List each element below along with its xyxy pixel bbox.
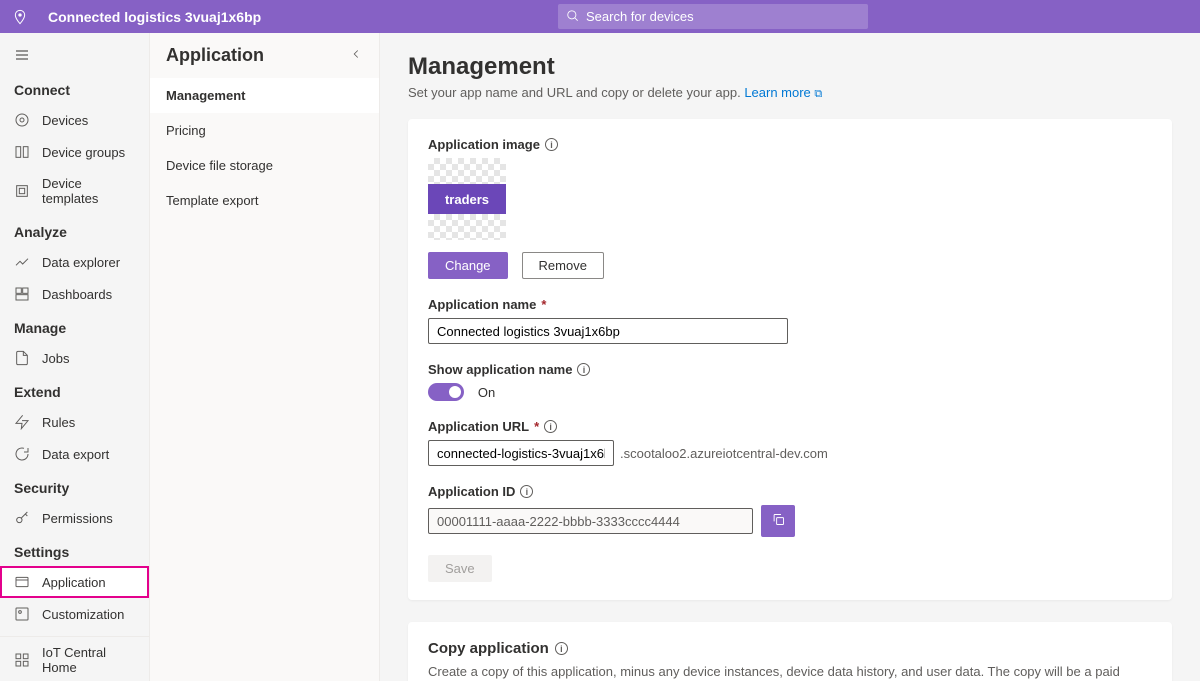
info-icon[interactable]: i [545,138,558,151]
app-name-input[interactable] [428,318,788,344]
save-button: Save [428,555,492,582]
info-icon[interactable]: i [577,363,590,376]
nav-section-connect: Connect [0,72,149,104]
nav-section-security: Security [0,470,149,502]
hamburger-icon[interactable] [0,41,149,72]
location-pin-icon [12,9,28,25]
nav-label: Rules [42,415,75,430]
application-icon [14,574,30,590]
copy-id-button[interactable] [761,505,795,537]
nav-item-rules[interactable]: Rules [0,406,149,438]
search-wrap [558,4,868,29]
nav-section-settings: Settings [0,534,149,566]
nav-label: Data export [42,447,109,462]
learn-more-link[interactable]: Learn more ⧉ [744,85,822,100]
url-suffix: .scootaloo2.azureiotcentral-dev.com [620,446,828,461]
nav-label: Customization [42,607,124,622]
chevron-left-icon[interactable] [349,45,363,66]
nav-rail: Connect Devices Device groups Device tem… [0,33,150,681]
brand-logo: traders [428,184,506,214]
nav-item-data-export[interactable]: Data export [0,438,149,470]
nav-label: Device templates [42,176,135,206]
nav-label: Dashboards [42,287,112,302]
copy-card-desc: Create a copy of this application, minus… [428,663,1152,681]
nav-label: Jobs [42,351,69,366]
app-id-label: Application ID i [428,484,1152,499]
jobs-icon [14,350,30,366]
app-image-preview: traders [428,158,506,240]
nav-item-customization[interactable]: Customization [0,598,149,630]
show-name-toggle[interactable] [428,383,464,401]
grid-icon [14,652,30,668]
show-name-label: Show application name i [428,362,1152,377]
data-export-icon [14,446,30,462]
nav-item-device-templates[interactable]: Device templates [0,168,149,214]
nav-label: IoT Central Home [42,645,135,675]
app-title: Connected logistics 3vuaj1x6bp [48,9,261,25]
copy-icon [771,512,786,530]
app-id-input[interactable] [428,508,753,534]
customization-icon [14,606,30,622]
nav-label: Permissions [42,511,113,526]
nav-label: Application [42,575,106,590]
info-icon[interactable]: i [520,485,533,498]
dashboards-icon [14,286,30,302]
copy-application-card: Copy application i Create a copy of this… [408,622,1172,681]
topbar: Connected logistics 3vuaj1x6bp [0,0,1200,33]
external-link-icon: ⧉ [814,88,822,100]
nav-item-jobs[interactable]: Jobs [0,342,149,374]
search-icon [566,9,580,26]
nav-section-analyze: Analyze [0,214,149,246]
app-url-label: Application URL* i [428,419,1152,434]
app-name-label: Application name* [428,297,1152,312]
nav-label: Device groups [42,145,125,160]
nav-item-iot-central-home[interactable]: IoT Central Home [0,637,149,681]
app-url-input[interactable] [428,440,614,466]
page-title: Management [408,53,1172,81]
copy-card-title: Copy application i [428,640,1152,657]
nav-item-devices[interactable]: Devices [0,104,149,136]
nav-section-manage: Manage [0,310,149,342]
app-image-label: Application image i [428,137,1152,152]
toggle-state-label: On [478,385,495,400]
nav-section-extend: Extend [0,374,149,406]
subnav-title: Application [166,45,264,66]
device-templates-icon [14,183,30,199]
management-card: Application image i traders Change Remov… [408,119,1172,600]
device-groups-icon [14,144,30,160]
subnav-item-storage[interactable]: Device file storage [150,148,379,183]
devices-icon [14,112,30,128]
rules-icon [14,414,30,430]
subnav-item-export[interactable]: Template export [150,183,379,218]
nav-item-permissions[interactable]: Permissions [0,502,149,534]
page-subhead: Set your app name and URL and copy or de… [408,85,1172,101]
info-icon[interactable]: i [544,420,557,433]
data-explorer-icon [14,254,30,270]
remove-button[interactable]: Remove [522,252,604,279]
search-input[interactable] [558,4,868,29]
nav-item-application[interactable]: Application [0,566,149,598]
subnav: Application Management Pricing Device fi… [150,33,380,681]
info-icon[interactable]: i [555,642,568,655]
change-button[interactable]: Change [428,252,508,279]
nav-label: Devices [42,113,88,128]
subnav-item-pricing[interactable]: Pricing [150,113,379,148]
main-content: Management Set your app name and URL and… [380,33,1200,681]
permissions-icon [14,510,30,526]
nav-item-device-groups[interactable]: Device groups [0,136,149,168]
nav-label: Data explorer [42,255,120,270]
nav-item-dashboards[interactable]: Dashboards [0,278,149,310]
nav-item-data-explorer[interactable]: Data explorer [0,246,149,278]
subnav-item-management[interactable]: Management [150,78,379,113]
